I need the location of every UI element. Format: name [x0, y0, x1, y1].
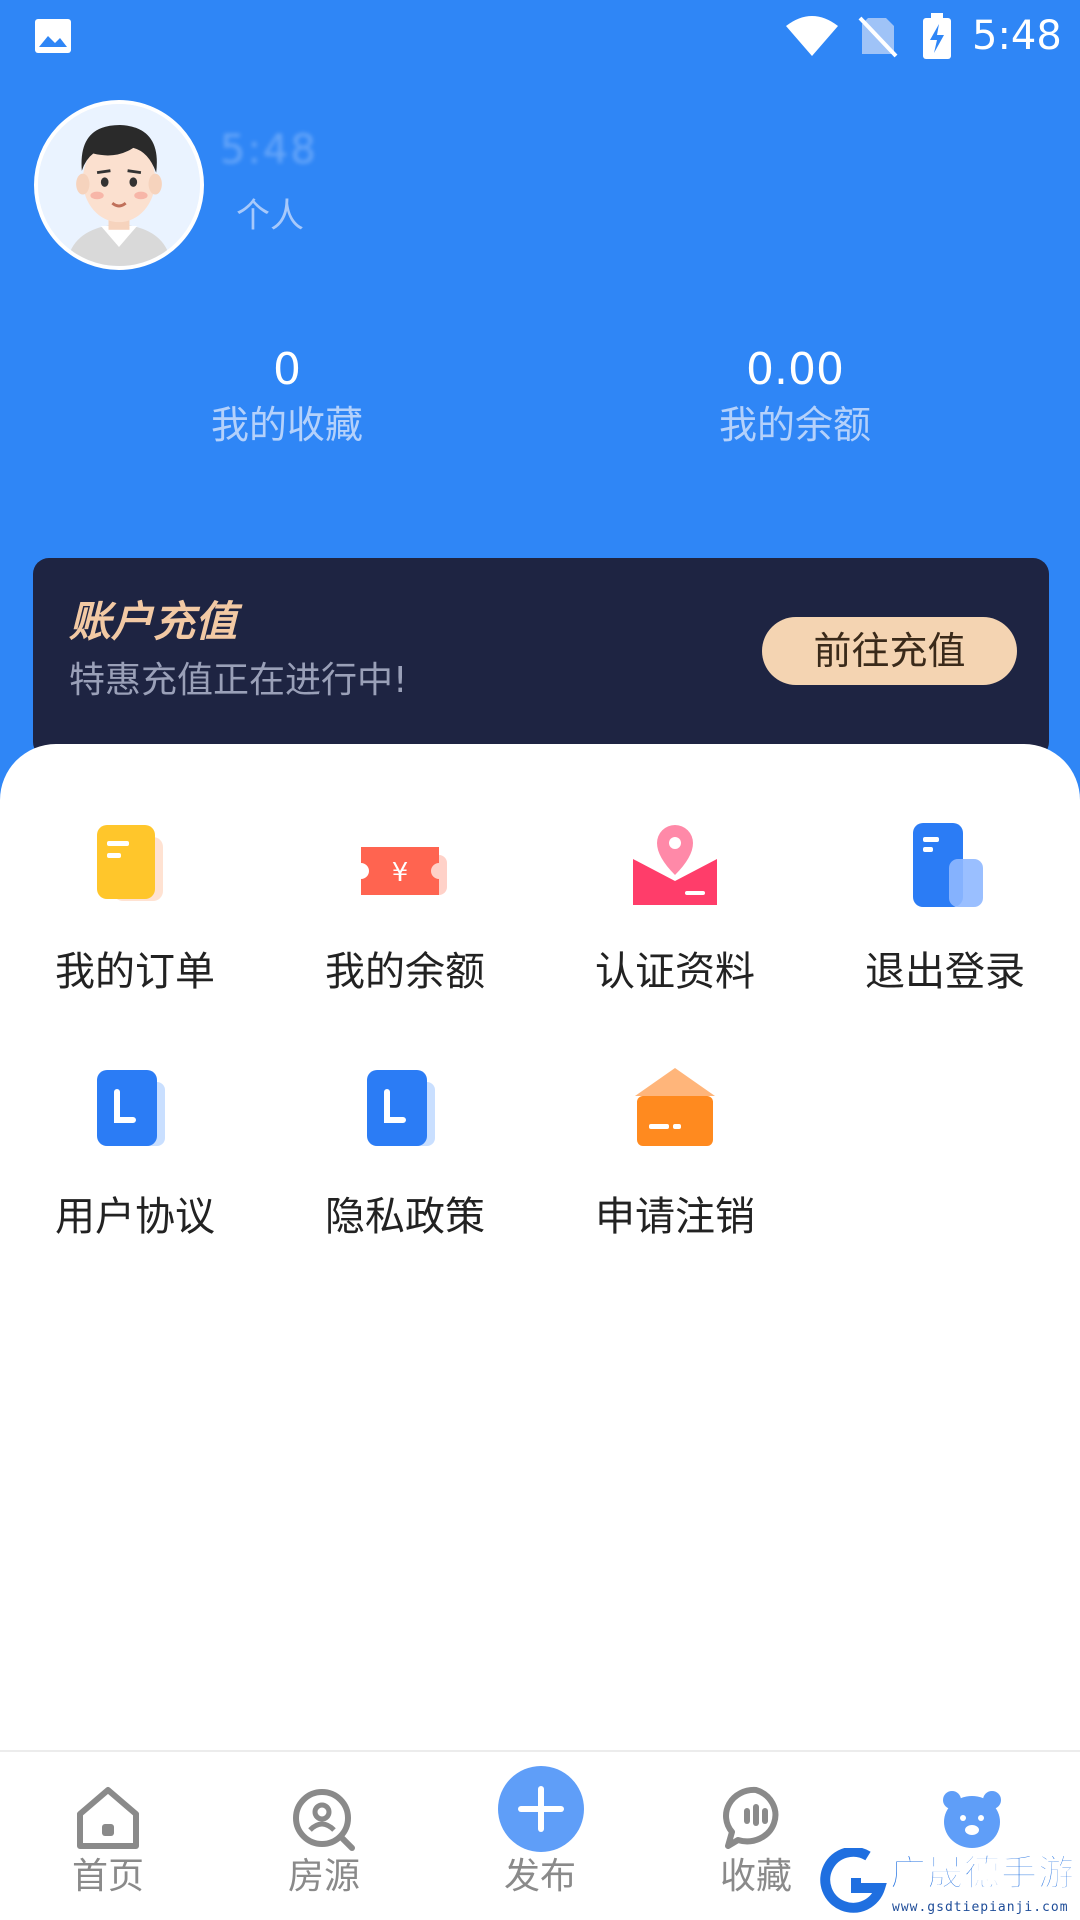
nav-label-listings: 房源: [287, 1856, 360, 1897]
chat-favorite-icon: [720, 1782, 792, 1854]
balance-ticket-icon: ¥: [353, 819, 457, 923]
plus-icon: [498, 1766, 584, 1852]
recharge-subtitle: 特惠充值正在进行中!: [69, 660, 408, 701]
wifi-icon: [786, 16, 838, 56]
menu-label-cancel-account: 申请注销: [595, 1194, 755, 1240]
menu-panel: 我的订单 ¥ 我的余额 认证资料 退出登录 用户协议 隐私政策 申请注销: [0, 744, 1080, 1750]
stat-favorites[interactable]: 0 我的收藏: [137, 340, 437, 450]
listing-search-icon: [288, 1782, 360, 1854]
cancel-account-icon: [623, 1064, 727, 1168]
location-verify-icon: [623, 819, 727, 923]
watermark-text: 广晟德手游: [889, 1853, 1076, 1895]
recharge-button[interactable]: 前往充值: [762, 617, 1017, 685]
status-time: 5:48: [972, 13, 1062, 59]
nav-label-home: 首页: [71, 1856, 144, 1897]
watermark-logo-icon: [820, 1848, 887, 1913]
order-icon: [83, 819, 187, 923]
battery-charging-icon: [923, 13, 951, 59]
gallery-icon: [35, 19, 71, 53]
nav-home[interactable]: 首页: [0, 1752, 216, 1920]
no-sim-icon: [858, 16, 898, 58]
stat-favorites-value: 0: [273, 344, 301, 395]
agreement-icon: [83, 1064, 187, 1168]
menu-item-privacy[interactable]: 隐私政策: [270, 1064, 540, 1264]
watermark-url: www.gsdtiepianji.com: [892, 1900, 1069, 1915]
menu-label-verification: 认证资料: [595, 949, 755, 995]
status-bar: 5:48: [0, 0, 1080, 72]
recharge-title: 账户充值: [69, 597, 238, 646]
menu-item-verification[interactable]: 认证资料: [540, 819, 810, 1019]
menu-label-logout: 退出登录: [865, 949, 1025, 995]
watermark: 广晟德手游 www.gsdtiepianji.com: [818, 1848, 1080, 1920]
stat-balance-value: 0.00: [746, 344, 844, 395]
logout-icon: [893, 819, 997, 923]
stat-balance[interactable]: 0.00 我的余额: [645, 340, 945, 450]
avatar-icon: [38, 104, 200, 266]
stat-favorites-label: 我的收藏: [210, 403, 363, 447]
menu-label-privacy: 隐私政策: [325, 1194, 485, 1240]
menu-item-cancel-account[interactable]: 申请注销: [540, 1064, 810, 1264]
stat-balance-label: 我的余额: [718, 403, 871, 447]
menu-label-balance: 我的余额: [325, 949, 485, 995]
user-role: 个人: [236, 196, 304, 236]
menu-item-logout[interactable]: 退出登录: [810, 819, 1080, 1019]
user-name: 5:48: [220, 127, 318, 173]
nav-listings[interactable]: 房源: [216, 1752, 432, 1920]
nav-publish[interactable]: 发布: [432, 1752, 648, 1920]
avatar[interactable]: [34, 100, 204, 270]
menu-item-agreement[interactable]: 用户协议: [0, 1064, 270, 1264]
nav-label-publish: 发布: [503, 1856, 576, 1897]
menu-label-orders: 我的订单: [55, 949, 215, 995]
home-icon: [72, 1782, 144, 1854]
privacy-icon: [353, 1064, 457, 1168]
menu-item-orders[interactable]: 我的订单: [0, 819, 270, 1019]
recharge-banner: 账户充值 特惠充值正在进行中! 前往充值: [33, 558, 1049, 758]
menu-label-agreement: 用户协议: [55, 1194, 215, 1240]
menu-item-balance[interactable]: ¥ 我的余额: [270, 819, 540, 1019]
bear-profile-icon: [936, 1782, 1008, 1854]
svg-text:¥: ¥: [392, 858, 409, 888]
